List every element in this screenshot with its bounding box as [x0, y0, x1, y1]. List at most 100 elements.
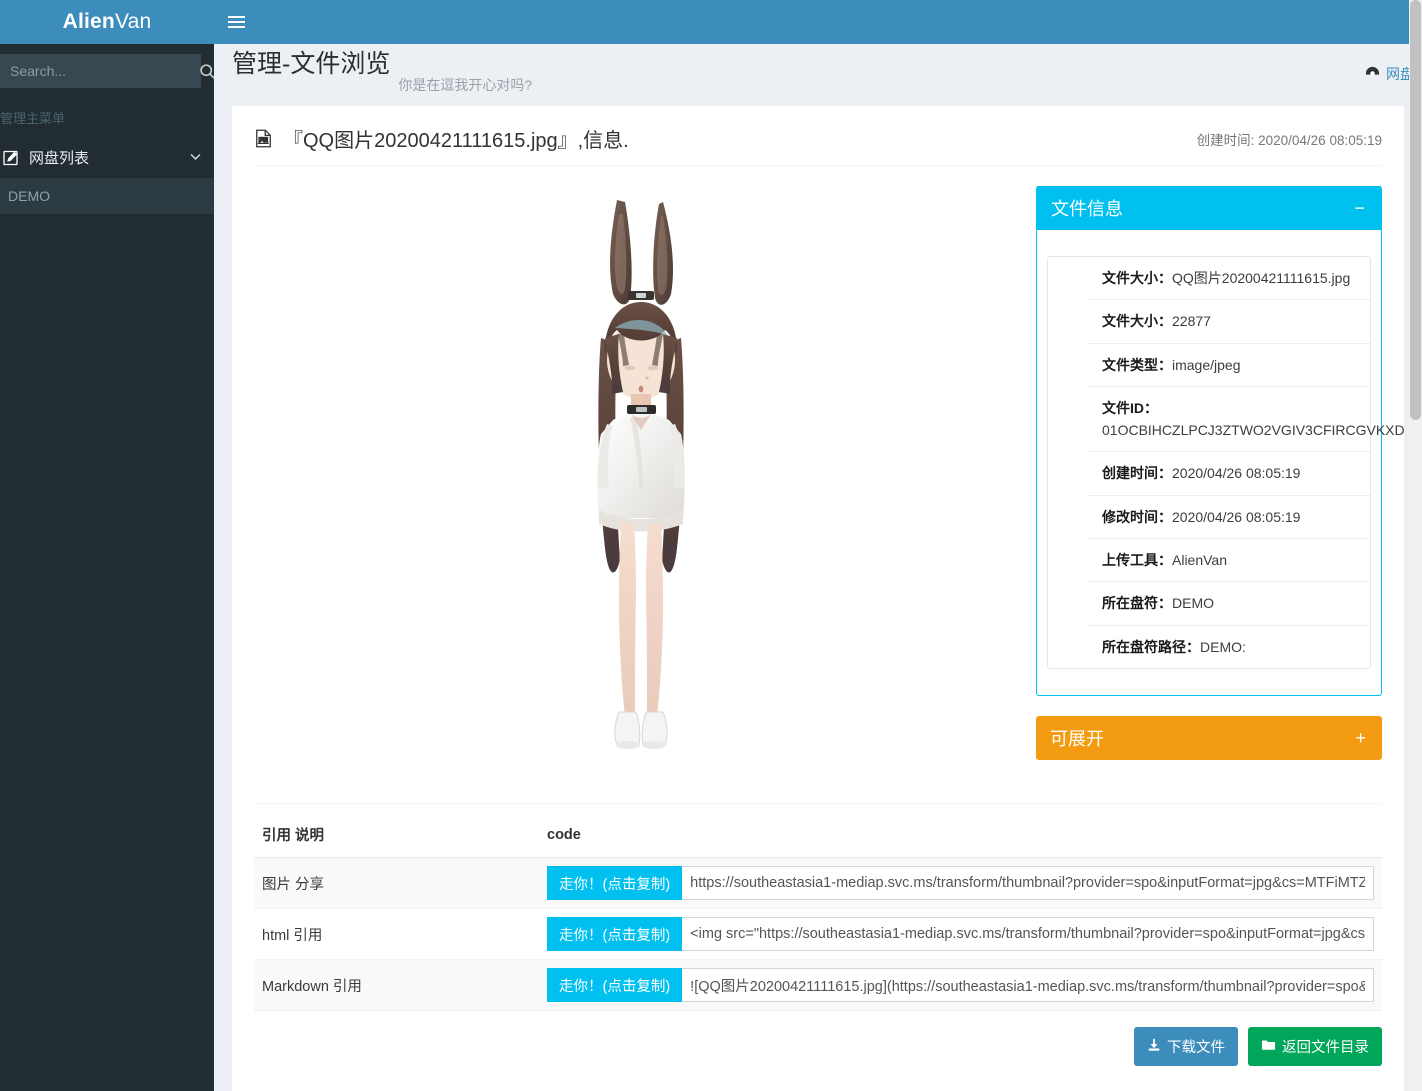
table-row: html 引用 走你！(点击复制)	[254, 908, 1382, 960]
table-row: Markdown 引用 走你！(点击复制)	[254, 959, 1382, 1011]
info-label: 所在盘符路径	[1102, 638, 1186, 655]
sidebar-subitem-demo[interactable]: DEMO	[0, 178, 214, 214]
info-label: 创建时间	[1102, 465, 1158, 482]
row-label: html 引用	[254, 908, 539, 960]
content-header: 管理-文件浏览 你是在逗我开心对吗? 网盘列	[214, 44, 1422, 106]
share-url-input[interactable]	[682, 866, 1374, 900]
plus-icon[interactable]: +	[1353, 729, 1368, 747]
download-file-label: 下载文件	[1167, 1040, 1225, 1056]
info-sep: ：	[1158, 508, 1172, 525]
info-label: 修改时间	[1102, 508, 1158, 525]
dashboard-icon	[1365, 65, 1380, 83]
info-value: DEMO:	[1200, 638, 1246, 655]
expandable-box-header: 可展开 +	[1036, 716, 1382, 760]
col-header-description: 引用 说明	[254, 814, 539, 858]
info-label: 文件大小	[1102, 270, 1158, 286]
list-item: 文件大小：QQ图片20200421111615.jpg	[1088, 257, 1370, 301]
file-created: 创建时间: 2020/04/26 08:05:19	[1197, 129, 1382, 149]
markdown-embed-input[interactable]	[682, 968, 1374, 1002]
folder-icon	[1261, 1038, 1276, 1056]
sidebar-section-header: 管理主菜单	[0, 98, 214, 137]
info-sep: ：	[1158, 465, 1172, 482]
sidebar-item-netdisk-list[interactable]: 网盘列表	[0, 137, 214, 178]
row-label: Markdown 引用	[254, 959, 539, 1011]
scrollbar-thumb[interactable]	[1410, 0, 1421, 420]
info-value: 2020/04/26 08:05:19	[1172, 465, 1301, 482]
expandable-box[interactable]: 可展开 +	[1036, 715, 1382, 760]
minus-icon[interactable]: −	[1352, 199, 1367, 217]
info-sep: ：	[1158, 356, 1172, 373]
file-info-box-body: 文件大小：QQ图片20200421111615.jpg 文件大小：22877 文…	[1037, 230, 1405, 695]
download-icon	[1147, 1038, 1161, 1056]
expandable-box-title: 可展开	[1050, 728, 1104, 749]
info-value: AlienVan	[1172, 552, 1228, 569]
copy-button[interactable]: 走你！(点击复制)	[547, 866, 683, 900]
top-navbar	[214, 0, 1422, 44]
file-created-label: 创建时间:	[1196, 132, 1255, 148]
reference-table-wrap: 引用 说明 code 图片 分享 走你！(点击复制) https://south…	[254, 803, 1382, 1011]
info-label: 所在盘符	[1102, 595, 1158, 612]
app-root: AlienVan 管理主菜单 网盘列表	[0, 0, 1422, 1091]
table-header-row: 引用 说明 code	[254, 814, 1382, 858]
html-embed-input[interactable]	[682, 917, 1374, 951]
page-title: 管理-文件浏览	[232, 50, 391, 79]
list-item: 创建时间：2020/04/26 08:05:19	[1088, 452, 1370, 496]
file-body-grid: 文件信息 − 文件大小：QQ图片20200421111615.jpg 文件大小：	[254, 166, 1405, 793]
copy-group: 走你！(点击复制)	[547, 968, 1374, 1002]
search-input[interactable]	[0, 54, 193, 88]
info-value: 22877	[1172, 313, 1211, 330]
info-sep: ：	[1186, 638, 1200, 655]
page-scrollbar[interactable]	[1409, 0, 1422, 1091]
anime-character-illustration	[535, 188, 745, 788]
copy-group: 走你！(点击复制)	[547, 917, 1374, 951]
reference-table: 引用 说明 code 图片 分享 走你！(点击复制) https://south…	[254, 814, 1382, 1011]
file-created-value: 2020/04/26 08:05:19	[1258, 132, 1382, 148]
download-file-button[interactable]: 下载文件	[1134, 1027, 1238, 1066]
row-code-cell: 走你！(点击复制)	[539, 908, 1382, 960]
file-title-row: 『QQ图片20200421111615.jpg』,信息. 创建时间: 2020/…	[254, 124, 1382, 166]
sidebar-item-label: 网盘列表	[29, 150, 90, 167]
list-item: 文件大小：22877	[1088, 300, 1370, 344]
file-info-column: 文件信息 − 文件大小：QQ图片20200421111615.jpg 文件大小：	[1026, 186, 1405, 793]
info-sep: ：	[1158, 552, 1172, 569]
copy-button[interactable]: 走你！(点击复制)	[547, 917, 683, 951]
info-value: 01OCBIHCZLPCJ3ZTWO2VGIV3CFIRCGVKXD	[1102, 422, 1405, 439]
info-value: DEMO	[1172, 595, 1214, 612]
file-preview-column	[254, 186, 1026, 793]
row-label: 图片 分享	[254, 857, 539, 909]
brand-logo[interactable]: Alien Van	[0, 0, 214, 44]
list-item: 修改时间：2020/04/26 08:05:19	[1088, 496, 1370, 540]
row-code-cell: 走你！(点击复制)	[539, 959, 1382, 1011]
table-row: 图片 分享 走你！(点击复制)	[254, 857, 1382, 909]
file-info-list: 文件大小：QQ图片20200421111615.jpg 文件大小：22877 文…	[1047, 256, 1405, 669]
file-preview-image[interactable]	[535, 188, 745, 793]
info-value: image/jpeg	[1172, 356, 1241, 373]
col-header-code: code	[539, 814, 1382, 858]
image-file-icon	[254, 129, 273, 148]
file-info-box-header: 文件信息 −	[1037, 186, 1381, 230]
hamburger-icon[interactable]	[214, 0, 258, 44]
file-title: 『QQ图片20200421111615.jpg』,信息.	[254, 124, 629, 153]
page-subtitle: 你是在逗我开心对吗?	[398, 76, 533, 93]
copy-button[interactable]: 走你！(点击复制)	[547, 968, 683, 1002]
info-label: 上传工具	[1102, 552, 1158, 569]
content-box: 『QQ图片20200421111615.jpg』,信息. 创建时间: 2020/…	[232, 106, 1405, 1091]
content-box-inner: 『QQ图片20200421111615.jpg』,信息. 创建时间: 2020/…	[232, 106, 1405, 1091]
info-value: QQ图片20200421111615.jpg	[1172, 270, 1351, 286]
list-item: 所在盘符：DEMO	[1088, 582, 1370, 626]
info-value: 2020/04/26 08:05:19	[1172, 508, 1301, 525]
file-info-box: 文件信息 − 文件大小：QQ图片20200421111615.jpg 文件大小：	[1036, 186, 1405, 696]
list-item: 所在盘符路径：DEMO:	[1088, 626, 1370, 668]
brand-bold: Alien	[62, 10, 115, 33]
sidebar-search-section	[0, 44, 216, 98]
sidebar-subitem-label: DEMO	[8, 188, 50, 204]
info-label: 文件大小	[1102, 313, 1158, 330]
row-code-cell: 走你！(点击复制)	[539, 857, 1382, 909]
file-title-text: 『QQ图片20200421111615.jpg』,信息.	[283, 130, 629, 152]
info-label: 文件ID：	[1102, 398, 1356, 418]
list-item: 文件ID： 01OCBIHCZLPCJ3ZTWO2VGIV3CFIRCGVKXD	[1088, 387, 1405, 453]
edit-square-icon	[3, 150, 29, 166]
sidebar: AlienVan 管理主菜单 网盘列表	[0, 0, 216, 1091]
back-to-directory-button[interactable]: 返回文件目录	[1248, 1027, 1382, 1066]
copy-group: 走你！(点击复制)	[547, 866, 1374, 900]
